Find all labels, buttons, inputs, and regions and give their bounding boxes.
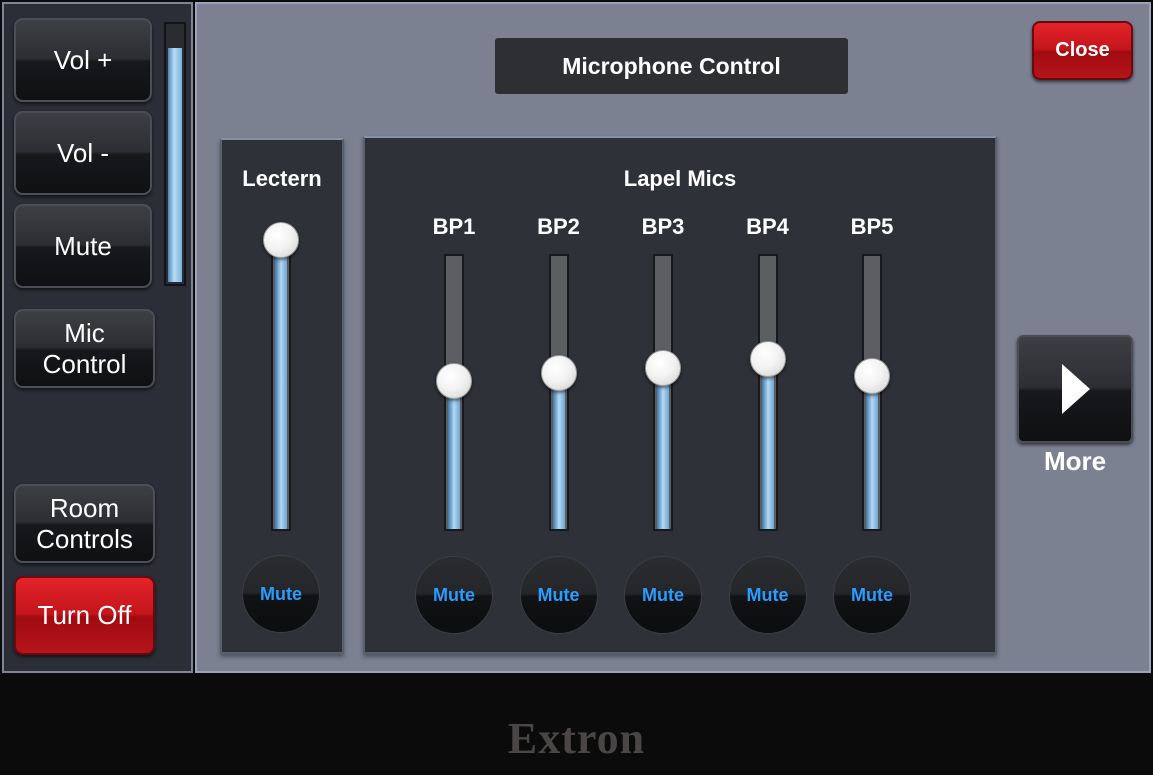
channel-label-bp5: BP5: [850, 214, 894, 239]
mute-button-bp4[interactable]: Mute: [728, 556, 807, 634]
close-label: Close: [1055, 39, 1110, 61]
mute-label-bp3: Mute: [642, 584, 684, 605]
channel-label-bp2: BP2: [537, 214, 580, 239]
lectern-fader-knob[interactable]: [263, 222, 299, 258]
page-title: Microphone Control: [495, 38, 848, 94]
vol-down-label: Vol -: [56, 137, 110, 168]
fader-bp3[interactable]: [653, 254, 673, 531]
lectern-fader-fill: [275, 254, 287, 529]
vol-up-button[interactable]: Vol +: [14, 18, 152, 102]
channel-label-bp3: BP3: [641, 214, 685, 239]
lapel-mics-panel: Lapel Mics BP1 Mute BP2 Mute BP3 Mute BP4 Mute B…: [363, 136, 997, 654]
lectern-label: Lectern: [242, 166, 322, 191]
fader-knob-bp5[interactable]: [854, 357, 890, 394]
mute-button-bp5[interactable]: Mute: [833, 556, 911, 634]
lectern-mute-label: Mute: [260, 583, 302, 604]
more-label: More: [1043, 446, 1107, 476]
mute-button[interactable]: Mute: [14, 204, 152, 288]
turn-off-button[interactable]: Turn Off: [14, 576, 155, 655]
volume-level-meter: [164, 22, 186, 286]
mute-button-bp3[interactable]: Mute: [624, 556, 702, 634]
mute-label-bp5: Mute: [851, 584, 893, 605]
turn-off-label: Turn Off: [37, 600, 132, 630]
mute-button-bp2[interactable]: Mute: [519, 556, 598, 634]
mute-label: Mute: [54, 230, 112, 261]
brand-logo: Extron: [507, 713, 646, 763]
mute-label-bp2: Mute: [537, 584, 580, 605]
lectern-mute-button[interactable]: Mute: [242, 555, 320, 633]
fader-fill-bp3: [657, 367, 669, 529]
close-button[interactable]: Close: [1032, 21, 1133, 80]
fader-knob-bp1[interactable]: [436, 363, 472, 400]
room-controls-label: Room Controls: [36, 492, 133, 554]
vol-up-label: Vol +: [53, 44, 113, 75]
mute-button-bp1[interactable]: Mute: [415, 556, 493, 634]
lectern-panel: Lectern Mute: [220, 138, 344, 654]
fader-bp4[interactable]: [757, 254, 778, 531]
mic-control-label: Mic Control: [42, 317, 127, 379]
mute-label-bp1: Mute: [433, 584, 475, 605]
more-button[interactable]: [1017, 335, 1133, 443]
fader-fill-bp2: [552, 373, 565, 529]
room-controls-button[interactable]: Room Controls: [14, 484, 155, 563]
lapel-mics-label: Lapel Mics: [623, 166, 737, 191]
fader-fill-bp5: [866, 376, 878, 529]
fader-fill-bp4: [761, 359, 774, 529]
channel-label-bp1: BP1: [432, 214, 476, 239]
lectern-fader[interactable]: [271, 252, 291, 531]
volume-level-fill: [168, 48, 182, 282]
channel-label-bp4: BP4: [746, 214, 789, 239]
vol-down-button[interactable]: Vol -: [14, 111, 152, 195]
sidebar: Vol + Vol - Mute Mic Control Room Contro…: [2, 2, 193, 673]
fader-fill-bp1: [448, 381, 460, 529]
fader-knob-bp3[interactable]: [645, 349, 681, 386]
fader-bp2[interactable]: [548, 254, 569, 531]
main-panel: Microphone Control Close Lectern Mute La…: [195, 2, 1151, 673]
mute-label-bp4: Mute: [746, 584, 789, 605]
fader-knob-bp2[interactable]: [540, 355, 577, 392]
footer: Extron: [0, 675, 1153, 775]
chevron-right-icon: [1062, 364, 1090, 414]
mic-control-button[interactable]: Mic Control: [14, 309, 155, 388]
fader-knob-bp4[interactable]: [749, 341, 786, 378]
